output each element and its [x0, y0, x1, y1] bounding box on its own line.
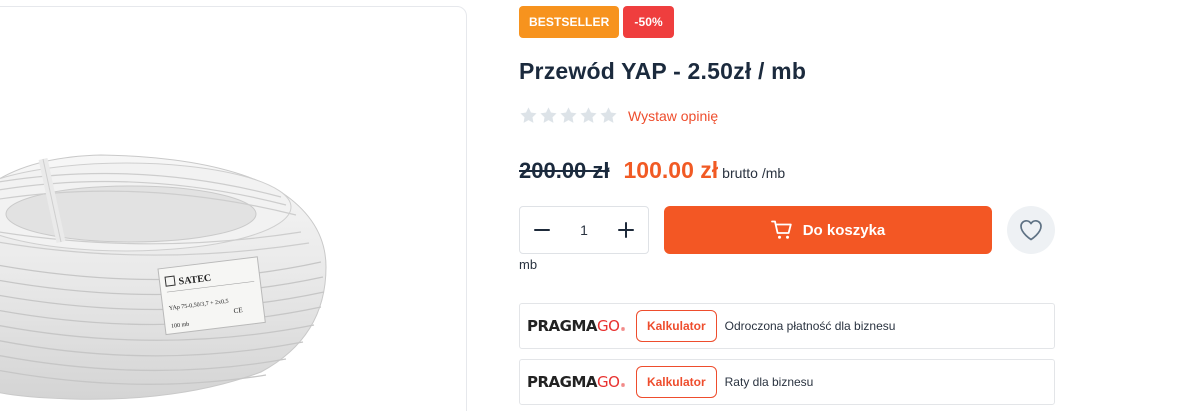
plus-icon [617, 222, 634, 238]
rating-row: Wystaw opinię [519, 106, 718, 125]
rating-stars [519, 106, 618, 125]
calculator-button[interactable]: Kalkulator [635, 310, 717, 342]
star-icon [600, 107, 617, 123]
pragmago-logo: PRAGMA GO ® [527, 317, 625, 335]
star-icon [520, 107, 537, 123]
heart-icon [1020, 219, 1042, 241]
increase-quantity-button[interactable] [616, 220, 636, 240]
cart-icon [770, 220, 792, 239]
bestseller-badge: BESTSELLER [519, 6, 620, 38]
cable-coil-image: SATEC YAp 75-0,50/3,7 + 2x0,5 100 mb CE [0, 154, 327, 400]
add-to-favorites-button[interactable] [1007, 206, 1055, 254]
quantity-unit: mb [519, 257, 538, 272]
financing-description: Odroczona płatność dla biznesu [724, 319, 896, 333]
write-review-link[interactable]: Wystaw opinię [628, 108, 718, 124]
old-price: 200.00 zł [519, 158, 610, 183]
quantity-stepper: 1 [519, 206, 649, 254]
product-title: Przewód YAP - 2.50zł / mb [519, 58, 807, 84]
star-icon [540, 107, 557, 123]
financing-description: Raty dla biznesu [724, 375, 814, 389]
logo-text-black: PRAGMA [527, 317, 598, 335]
product-badges: BESTSELLER -50% [519, 6, 674, 38]
financing-row-deferred: PRAGMA GO ® Kalkulator Odroczona płatność … [519, 303, 1055, 349]
label-ce: CE [233, 306, 243, 315]
price-unit: brutto /mb [722, 165, 786, 181]
calculator-button[interactable]: Kalkulator [635, 366, 717, 398]
quantity-input[interactable]: 1 [580, 222, 588, 238]
star-icon [560, 107, 577, 123]
discount-badge: -50% [623, 6, 674, 38]
logo-registered: ® [620, 383, 625, 389]
price-row: 200.00 zł 100.00 zł brutto /mb [519, 157, 785, 184]
logo-text-black: PRAGMA [527, 373, 598, 391]
product-image-card[interactable]: SATEC YAp 75-0,50/3,7 + 2x0,5 100 mb CE [0, 6, 467, 411]
current-price: 100.00 zł [623, 157, 719, 183]
logo-text-red: GO [597, 373, 620, 391]
financing-row-installments: PRAGMA GO ® Kalkulator Raty dla biznesu [519, 359, 1055, 405]
pragmago-logo: PRAGMA GO ® [527, 373, 625, 391]
minus-icon [534, 229, 550, 231]
decrease-quantity-button[interactable] [532, 220, 552, 240]
star-icon [580, 107, 597, 123]
logo-registered: ® [620, 327, 625, 333]
logo-text-red: GO [597, 317, 620, 335]
add-to-cart-label: Do koszyka [802, 221, 886, 239]
add-to-cart-button[interactable]: Do koszyka [664, 206, 992, 254]
